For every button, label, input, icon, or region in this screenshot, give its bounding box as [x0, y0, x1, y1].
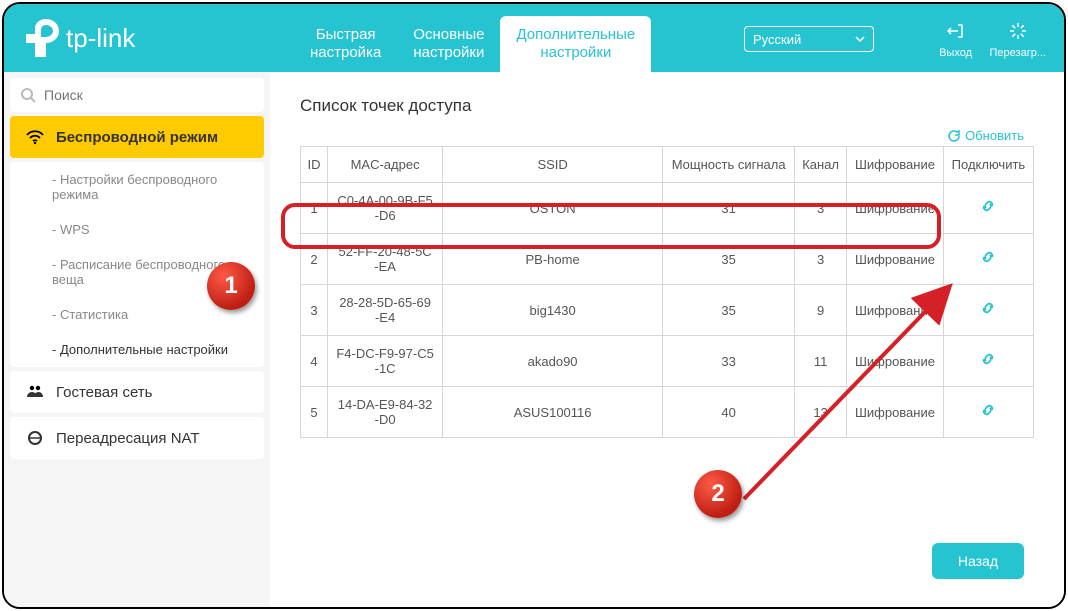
cell-id: 3	[301, 285, 328, 336]
language-select[interactable]: Русский	[744, 26, 874, 52]
cell-id: 2	[301, 234, 328, 285]
cell-ssid: akado90	[443, 336, 663, 387]
col-connect: Подключить	[943, 147, 1033, 183]
cell-ssid: big1430	[443, 285, 663, 336]
table-row: 328-28-5D-65-69-E4big1430359Шифрование	[301, 285, 1034, 336]
wifi-icon	[26, 128, 44, 146]
connect-icon[interactable]	[980, 354, 996, 371]
sidebar-item-guest[interactable]: Гостевая сеть	[10, 371, 264, 413]
refresh-button[interactable]: Обновить	[947, 128, 1024, 143]
nav-tabs: Быстрая настройка Основные настройки Доп…	[294, 16, 651, 72]
cell-channel: 3	[795, 183, 847, 234]
table-header-row: ID MAC-адрес SSID Мощность сигнала Канал…	[301, 147, 1034, 183]
cell-mac: C0-4A-00-9B-F5-D6	[328, 183, 443, 234]
logout-button[interactable]: Выход	[939, 22, 972, 59]
chevron-down-icon	[855, 36, 865, 42]
cell-signal: 33	[663, 336, 795, 387]
cell-connect[interactable]	[943, 336, 1033, 387]
cell-channel: 13	[795, 387, 847, 438]
brand-logo: tp-link	[26, 19, 135, 57]
cell-enc: Шифрование	[847, 285, 944, 336]
connect-icon[interactable]	[980, 252, 996, 269]
users-icon	[26, 383, 44, 401]
cell-signal: 31	[663, 183, 795, 234]
cell-ssid: ASUS100116	[443, 387, 663, 438]
cell-channel: 9	[795, 285, 847, 336]
ap-table: ID MAC-адрес SSID Мощность сигнала Канал…	[300, 146, 1034, 438]
page-title: Список точек доступа	[300, 96, 1034, 116]
cell-connect[interactable]	[943, 183, 1033, 234]
cell-id: 1	[301, 183, 328, 234]
col-ssid: SSID	[443, 147, 663, 183]
cell-id: 5	[301, 387, 328, 438]
tab-advanced[interactable]: Дополнительные настройки	[500, 16, 651, 72]
cell-signal: 35	[663, 234, 795, 285]
reboot-icon	[1009, 22, 1027, 40]
table-row: 252-FF-20-48-5C-EAPB-home353Шифрование	[301, 234, 1034, 285]
sidebar-item-nat[interactable]: Переадресация NAT	[10, 417, 264, 459]
table-row: 4F4-DC-F9-97-C5-1Cakado903311Шифрование	[301, 336, 1034, 387]
cell-signal: 40	[663, 387, 795, 438]
sub-item-advanced[interactable]: - Дополнительные настройки	[10, 332, 264, 367]
cell-mac: 28-28-5D-65-69-E4	[328, 285, 443, 336]
cell-enc: Шифрование	[847, 336, 944, 387]
col-enc: Шифрование	[847, 147, 944, 183]
tab-basic[interactable]: Основные настройки	[397, 16, 500, 72]
sidebar: Беспроводной режим - Настройки беспровод…	[4, 72, 270, 607]
table-row: 1C0-4A-00-9B-F5-D6OSTON313Шифрование	[301, 183, 1034, 234]
col-signal: Мощность сигнала	[663, 147, 795, 183]
cell-connect[interactable]	[943, 285, 1033, 336]
nat-icon	[26, 429, 44, 447]
tab-quick-setup[interactable]: Быстрая настройка	[294, 16, 397, 72]
cell-mac: 52-FF-20-48-5C-EA	[328, 234, 443, 285]
tplink-icon	[26, 19, 60, 57]
search-box[interactable]	[10, 78, 264, 112]
col-channel: Канал	[795, 147, 847, 183]
cell-mac: 14-DA-E9-84-32-D0	[328, 387, 443, 438]
annotation-marker-2: 2	[694, 470, 742, 518]
top-bar: tp-link Быстрая настройка Основные настр…	[4, 4, 1064, 72]
connect-icon[interactable]	[980, 201, 996, 218]
logout-icon	[947, 22, 965, 40]
col-id: ID	[301, 147, 328, 183]
cell-enc: Шифрование	[847, 387, 944, 438]
brand-text: tp-link	[66, 23, 135, 54]
sub-item-wps[interactable]: - WPS	[10, 212, 264, 247]
cell-enc: Шифрование	[847, 183, 944, 234]
table-row: 514-DA-E9-84-32-D0ASUS1001164013Шифрован…	[301, 387, 1034, 438]
back-button[interactable]: Назад	[932, 543, 1024, 579]
cell-connect[interactable]	[943, 234, 1033, 285]
cell-mac: F4-DC-F9-97-C5-1C	[328, 336, 443, 387]
cell-connect[interactable]	[943, 387, 1033, 438]
cell-ssid: PB-home	[443, 234, 663, 285]
annotation-marker-1: 1	[207, 262, 255, 310]
search-icon	[20, 87, 36, 103]
cell-id: 4	[301, 336, 328, 387]
sidebar-item-wireless[interactable]: Беспроводной режим	[10, 116, 264, 158]
connect-icon[interactable]	[980, 303, 996, 320]
reboot-button[interactable]: Перезагр...	[990, 22, 1046, 59]
search-input[interactable]	[44, 87, 254, 103]
col-mac: MAC-адрес	[328, 147, 443, 183]
cell-channel: 11	[795, 336, 847, 387]
content-area: Список точек доступа Обновить ID MAC-адр…	[270, 72, 1064, 607]
cell-signal: 35	[663, 285, 795, 336]
cell-enc: Шифрование	[847, 234, 944, 285]
connect-icon[interactable]	[980, 405, 996, 422]
cell-channel: 3	[795, 234, 847, 285]
refresh-icon	[947, 129, 961, 143]
sub-item-wireless-settings[interactable]: - Настройки беспроводного режима	[10, 162, 264, 212]
cell-ssid: OSTON	[443, 183, 663, 234]
